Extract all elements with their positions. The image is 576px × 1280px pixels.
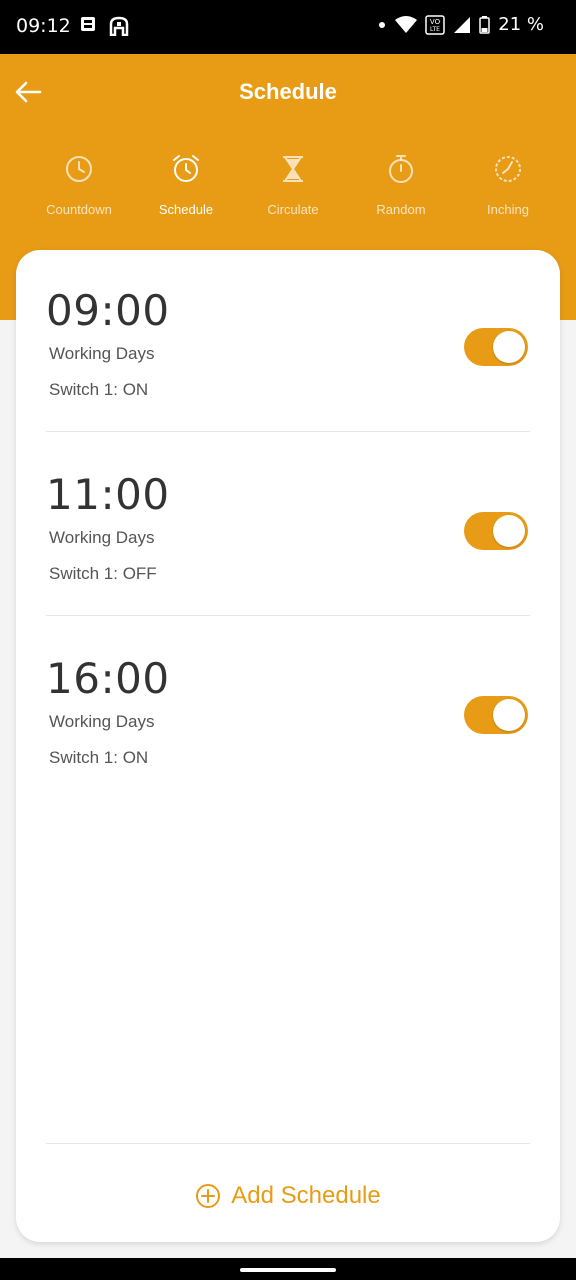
hourglass-icon <box>283 156 303 182</box>
schedule-item[interactable]: 16:00 Working Days Switch 1: ON <box>46 618 530 801</box>
tab-label: Random <box>376 202 426 217</box>
page-title: Schedule <box>239 79 337 104</box>
tab-schedule[interactable]: Schedule <box>131 150 241 217</box>
sim-card-icon <box>81 17 95 31</box>
svg-text:VO: VO <box>430 18 441 26</box>
schedule-toggle[interactable] <box>464 696 528 734</box>
tab-label: Inching <box>487 202 529 217</box>
home-handle[interactable] <box>240 1268 336 1272</box>
toggle-knob <box>493 515 525 547</box>
schedule-days: Working Days <box>49 528 155 547</box>
dot-icon <box>379 21 386 28</box>
timer-icon <box>495 156 521 182</box>
battery-icon <box>479 15 491 34</box>
tab-inching[interactable]: Inching <box>453 150 563 217</box>
status-bar: 09:12 VO LTE 21 % <box>0 0 576 54</box>
schedule-toggle[interactable] <box>464 512 528 550</box>
svg-text:LTE: LTE <box>430 26 440 33</box>
add-schedule-button[interactable]: Add Schedule <box>16 1178 560 1214</box>
wifi-icon <box>395 15 418 33</box>
schedule-action: Switch 1: ON <box>49 748 149 767</box>
divider <box>46 431 530 432</box>
schedule-time: 09:00 <box>46 286 170 335</box>
schedule-item[interactable]: 11:00 Working Days Switch 1: OFF <box>46 434 530 617</box>
notification-icon <box>109 16 129 36</box>
schedule-item[interactable]: 09:00 Working Days Switch 1: ON <box>46 250 530 433</box>
schedule-action: Switch 1: ON <box>49 380 149 399</box>
tab-label: Countdown <box>46 202 112 217</box>
tab-random[interactable]: Random <box>346 150 456 217</box>
toggle-knob <box>493 699 525 731</box>
schedule-days: Working Days <box>49 344 155 363</box>
schedule-days: Working Days <box>49 712 155 731</box>
divider <box>46 615 530 616</box>
tab-circulate[interactable]: Circulate <box>238 150 348 217</box>
tab-countdown[interactable]: Countdown <box>24 150 134 217</box>
battery-percentage: 21 % <box>498 14 544 35</box>
divider <box>46 1143 530 1144</box>
schedule-card: 09:00 Working Days Switch 1: ON 11:00 Wo… <box>16 250 560 1242</box>
plus-circle-icon <box>196 1184 221 1208</box>
volte-icon: VOLTE <box>425 14 446 35</box>
tab-label: Schedule <box>158 202 214 217</box>
navigation-bar <box>0 1258 576 1280</box>
schedule-toggle[interactable] <box>464 328 528 366</box>
signal-icon <box>454 16 471 33</box>
alarm-clock-icon <box>173 155 199 182</box>
tab-label: Circulate <box>267 202 319 217</box>
schedule-time: 11:00 <box>46 470 170 519</box>
toggle-knob <box>493 331 525 363</box>
status-time: 09:12 <box>16 15 71 37</box>
add-schedule-label: Add Schedule <box>231 1182 381 1209</box>
schedule-time: 16:00 <box>46 654 170 703</box>
stopwatch-icon <box>389 155 413 183</box>
tab-bar: Countdown Schedule Circulate Random Inch… <box>0 150 576 230</box>
clock-icon <box>66 156 92 182</box>
schedule-action: Switch 1: OFF <box>49 564 157 583</box>
